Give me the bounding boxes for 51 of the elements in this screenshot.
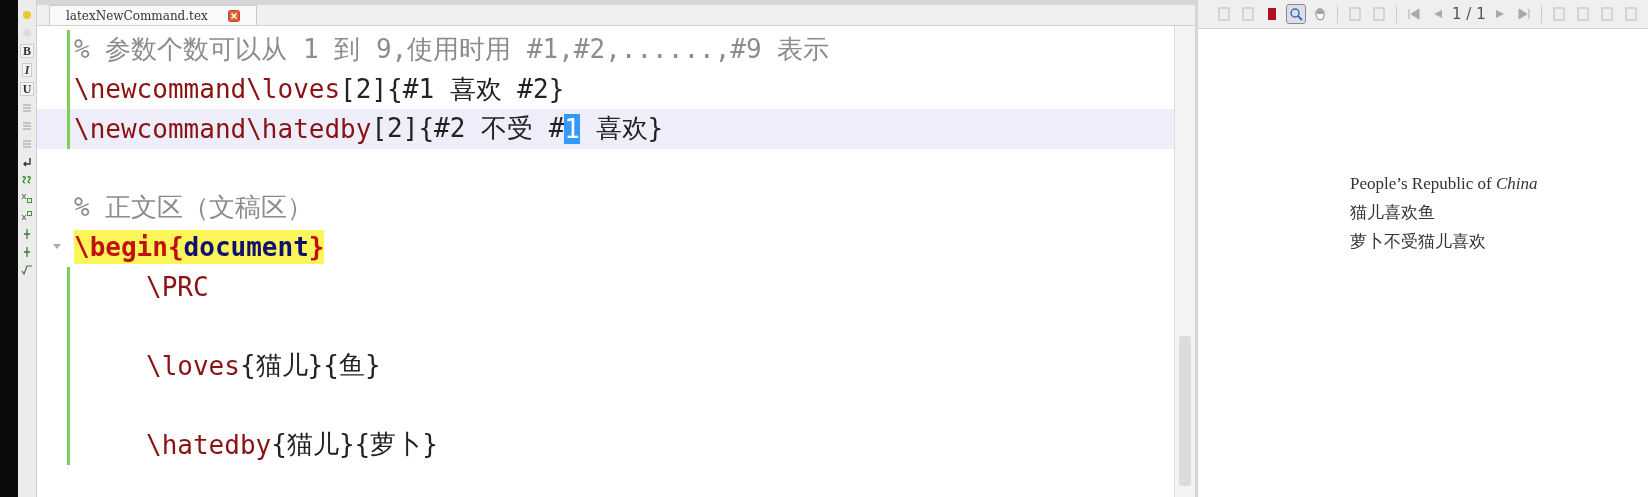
superscript-icon[interactable] xyxy=(21,209,33,222)
code-text: document xyxy=(183,232,309,263)
fold-icon[interactable] xyxy=(53,244,61,251)
code-text: [2]{#1 喜欢 #2} xyxy=(340,72,565,106)
document-text: People’s Republic of China xyxy=(1350,173,1539,195)
page-icon[interactable] xyxy=(1347,6,1363,22)
ss-icon[interactable] xyxy=(21,173,33,186)
code-text: % 正文区（文稿区） xyxy=(74,191,314,225)
page-indicator: 1 / 1 xyxy=(1452,5,1486,23)
page-icon[interactable] xyxy=(1216,6,1232,22)
align-icon[interactable] xyxy=(21,137,33,150)
hand-icon[interactable] xyxy=(1312,6,1328,22)
code-text: \newcommand\hatedby xyxy=(74,113,372,144)
align-icon[interactable] xyxy=(21,119,33,132)
code-text: } xyxy=(308,232,325,263)
code-text: {猫儿}{萝卜} xyxy=(271,428,438,462)
code-editor[interactable]: % 参数个数可以从 1 到 9,使用时用 #1,#2,......,#9 表示 \newcommand\loves[2]{#1 喜欢 #2} \newcommand\hatedby[2]{#2 不受 #1 喜欢} % 正文区（文稿区） \begin{document} \PRC \loves{猫儿}{鱼} \hatedby{猫儿}{萝卜} xyxy=(37,26,1174,497)
format-button[interactable]: I xyxy=(21,63,33,77)
fraction-icon[interactable] xyxy=(21,245,33,258)
code-text: \loves xyxy=(146,350,240,381)
code-text: \PRC xyxy=(146,271,209,302)
dot-icon[interactable] xyxy=(21,8,33,21)
code-text: \begin{ xyxy=(74,232,184,263)
code-text: \hatedby xyxy=(146,429,272,460)
code-text: 喜欢} xyxy=(594,112,664,146)
page-icon[interactable] xyxy=(1598,6,1615,22)
document-text: 萝卜不受猫儿喜欢 xyxy=(1350,231,1487,253)
fraction-icon[interactable] xyxy=(21,227,33,240)
code-text: \newcommand\loves xyxy=(74,74,341,105)
page-icon[interactable] xyxy=(1574,6,1591,22)
page-icon[interactable] xyxy=(1240,6,1256,22)
document-text: 猫儿喜欢鱼 xyxy=(1350,202,1436,224)
scrollbar[interactable] xyxy=(1174,26,1195,497)
last-page-icon[interactable] xyxy=(1515,6,1532,22)
format-button[interactable]: B xyxy=(20,44,34,58)
align-icon[interactable] xyxy=(21,101,33,114)
zoom-button[interactable] xyxy=(1286,4,1306,24)
file-tab[interactable]: latexNewCommand.tex xyxy=(49,5,257,25)
square-root-icon[interactable] xyxy=(21,263,33,276)
close-icon[interactable] xyxy=(227,9,240,22)
code-text: % 参数个数可以从 1 到 9,使用时用 #1,#2,......,#9 表示 xyxy=(74,33,830,67)
code-text: [2]{#2 不受 # xyxy=(371,112,565,146)
return-icon[interactable] xyxy=(21,155,33,168)
search-icon xyxy=(1288,6,1304,22)
subscript-icon[interactable] xyxy=(21,191,33,204)
page-icon[interactable] xyxy=(1622,6,1639,22)
page-icon[interactable] xyxy=(1550,6,1567,22)
page-icon[interactable] xyxy=(1371,6,1387,22)
code-text: {猫儿}{鱼} xyxy=(239,349,381,383)
format-button[interactable]: U xyxy=(19,82,35,96)
first-page-icon[interactable] xyxy=(1406,6,1422,22)
